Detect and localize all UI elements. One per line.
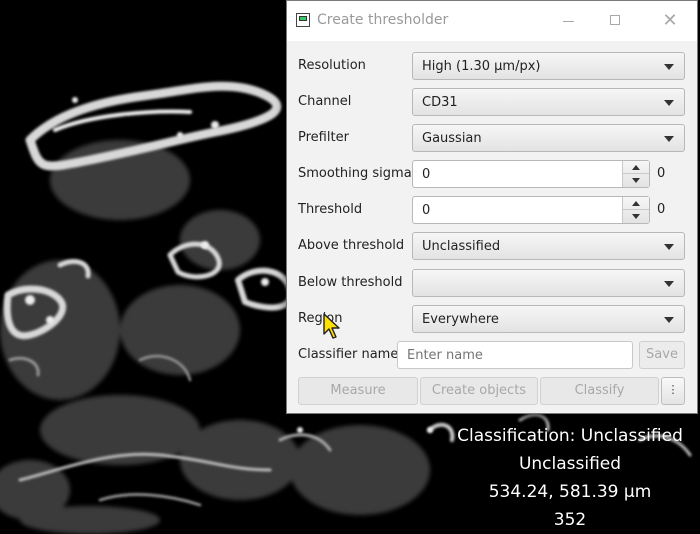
channel-select[interactable]: CD31	[412, 88, 685, 116]
above-threshold-row: Above threshold Unclassified	[287, 232, 699, 260]
classifier-name-label: Classifier name	[298, 347, 399, 362]
resolution-select[interactable]: High (1.30 µm/px)	[412, 52, 685, 80]
resolution-label: Resolution	[298, 58, 366, 73]
prefilter-value: Gaussian	[422, 131, 482, 146]
decrement-icon[interactable]	[623, 174, 649, 187]
actions-row: Measure Create objects Classify ⋮	[287, 377, 699, 405]
smoothing-value: 0	[422, 167, 431, 182]
smoothing-label: Smoothing sigma	[298, 166, 412, 181]
chevron-down-icon	[664, 100, 674, 106]
close-icon[interactable]: ✕	[658, 9, 682, 33]
threshold-value: 0	[422, 203, 431, 218]
create-thresholder-dialog: Create thresholder ✕ Resolution High (1.…	[286, 0, 698, 414]
threshold-display-value: 0	[657, 202, 666, 217]
chevron-down-icon	[664, 317, 674, 323]
save-button[interactable]: Save	[639, 341, 685, 369]
above-threshold-label: Above threshold	[298, 238, 405, 253]
region-row: Region Everywhere	[287, 305, 699, 333]
classifier-name-row: Classifier name Save	[287, 341, 699, 369]
decrement-icon[interactable]	[623, 210, 649, 223]
dialog-titlebar[interactable]: Create thresholder ✕	[287, 1, 697, 41]
pixel-value-text: 352	[553, 510, 587, 530]
above-threshold-select[interactable]: Unclassified	[412, 232, 685, 260]
classification-text: Classification: Unclassified	[457, 426, 683, 446]
below-threshold-select[interactable]	[412, 269, 685, 297]
prefilter-select[interactable]: Gaussian	[412, 124, 685, 152]
maximize-icon[interactable]	[604, 9, 628, 33]
channel-label: Channel	[298, 94, 352, 109]
increment-icon[interactable]	[623, 197, 649, 210]
region-value: Everywhere	[422, 312, 499, 327]
below-threshold-label: Below threshold	[298, 275, 403, 290]
smoothing-display-value: 0	[657, 166, 666, 181]
smoothing-spin-buttons	[622, 161, 649, 187]
threshold-row: Threshold 0 0	[287, 196, 699, 224]
classify-button[interactable]: Classify	[540, 377, 659, 405]
dialog-title: Create thresholder	[317, 12, 449, 28]
increment-icon[interactable]	[623, 161, 649, 174]
channel-row: Channel CD31	[287, 88, 699, 116]
region-select[interactable]: Everywhere	[412, 305, 685, 333]
classifier-name-input[interactable]	[397, 341, 633, 369]
smoothing-row: Smoothing sigma 0 0	[287, 160, 699, 188]
prefilter-row: Prefilter Gaussian	[287, 124, 699, 152]
coordinates-text: 534.24, 581.39 µm	[488, 482, 652, 502]
channel-value: CD31	[422, 95, 458, 110]
more-options-button[interactable]: ⋮	[661, 377, 685, 405]
create-objects-button[interactable]: Create objects	[420, 377, 538, 405]
app-icon	[296, 13, 310, 27]
threshold-spin-buttons	[622, 197, 649, 223]
chevron-down-icon	[664, 136, 674, 142]
minimize-icon[interactable]	[556, 9, 580, 33]
chevron-down-icon	[664, 64, 674, 70]
chevron-down-icon	[664, 281, 674, 287]
threshold-label: Threshold	[298, 202, 363, 217]
measure-button[interactable]: Measure	[298, 377, 418, 405]
above-threshold-value: Unclassified	[422, 239, 501, 254]
resolution-value: High (1.30 µm/px)	[422, 59, 541, 74]
smoothing-spinner[interactable]: 0	[412, 160, 650, 188]
class-name-text: Unclassified	[518, 454, 622, 474]
threshold-spinner[interactable]: 0	[412, 196, 650, 224]
resolution-row: Resolution High (1.30 µm/px)	[287, 52, 699, 80]
below-threshold-row: Below threshold	[287, 269, 699, 297]
prefilter-label: Prefilter	[298, 130, 349, 145]
arrow-cursor-icon	[323, 313, 340, 339]
chevron-down-icon	[664, 244, 674, 250]
